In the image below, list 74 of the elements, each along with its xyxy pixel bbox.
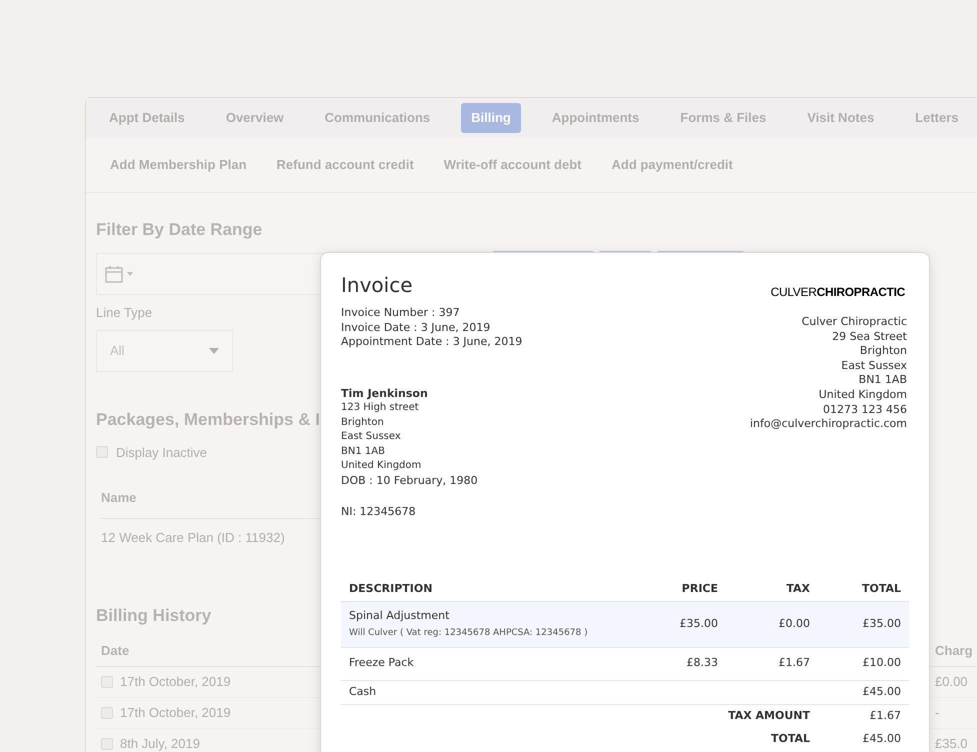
tab[interactable]: Overview xyxy=(216,103,294,133)
checkbox[interactable] xyxy=(101,706,113,718)
item-detail: Will Culver ( Vat reg: 12345678 AHPCSA: 12345678 ) xyxy=(349,627,589,640)
clinic-address-line: 01273 123 456 xyxy=(823,402,907,418)
clinic-address-line: Brighton xyxy=(860,344,907,359)
table-cell-text: £0.00 xyxy=(935,672,969,691)
tab[interactable]: Appointments xyxy=(542,103,650,133)
action-link[interactable]: Refund account credit xyxy=(276,155,414,175)
table-cell-text: £0.00 xyxy=(778,616,810,632)
table-cell-text: 17th October, 2019 xyxy=(120,672,231,691)
clinic-address-line: United Kingdom xyxy=(818,388,907,403)
action-link[interactable]: Add payment/credit xyxy=(611,155,733,175)
patient-name: Tim Jenkinson xyxy=(341,386,429,401)
patient-address-line: 123 High street xyxy=(341,401,420,415)
clinic-address-line: East Sussex xyxy=(841,358,907,374)
item-description: Spinal Adjustment xyxy=(349,608,450,624)
patient-address-line: United Kingdom xyxy=(341,459,422,473)
clinic-address-line: Culver Chiropractic xyxy=(802,315,907,330)
table-cell-text: £1.67 xyxy=(778,655,810,672)
column-header: TOTAL xyxy=(860,580,902,597)
item-description: Cash xyxy=(348,684,378,700)
calendar-icon xyxy=(105,264,123,282)
invoice-title: Invoice xyxy=(341,273,414,297)
patient-address-line: BN1 1AB xyxy=(341,444,386,458)
summary-label: TAX AMOUNT xyxy=(727,708,810,724)
invoice-meta: Appointment Date : 3 June, 2019 xyxy=(341,335,522,350)
patient-address-line: East Sussex xyxy=(341,430,402,444)
tab[interactable]: Forms & Files xyxy=(670,103,776,133)
section-heading: Filter By Date Range xyxy=(96,219,264,241)
section-heading: Packages, Memberships & I xyxy=(96,409,320,431)
tab[interactable]: Visit Notes xyxy=(797,103,884,133)
patient-address-line: DOB : 10 February, 1980 xyxy=(341,474,479,488)
tab[interactable]: Letters xyxy=(905,103,969,133)
patient-ni: NI: 12345678 xyxy=(341,505,417,520)
table-cell-text: £8.33 xyxy=(686,655,718,672)
clinic-logo: CULVERCHIROPRACTIC xyxy=(770,284,905,301)
line-type-select[interactable]: All xyxy=(96,330,233,372)
summary-value: £45.00 xyxy=(862,730,902,747)
clinic-address-line: BN1 1AB xyxy=(858,373,907,388)
caret-icon xyxy=(209,348,219,354)
checkbox[interactable] xyxy=(101,676,113,688)
caret-icon xyxy=(127,272,133,276)
patient-address-line: Brighton xyxy=(341,416,385,430)
summary-label: TOTAL xyxy=(770,730,810,747)
column-header: TAX xyxy=(785,580,810,597)
action-link[interactable]: Add Membership Plan xyxy=(110,155,247,175)
field-label: Line Type xyxy=(96,304,152,322)
checkbox[interactable] xyxy=(101,738,113,750)
table-cell-text: - xyxy=(935,704,940,722)
section-heading: Billing History xyxy=(96,605,212,627)
table-cell-text: 17th October, 2019 xyxy=(120,704,231,722)
column-header: DESCRIPTION xyxy=(348,580,434,597)
table-cell-text: 8th July, 2019 xyxy=(120,734,200,752)
action-link[interactable]: Write-off account debt xyxy=(444,155,582,175)
item-description: Freeze Pack xyxy=(349,655,415,672)
checkbox[interactable] xyxy=(96,446,108,458)
invoice-meta: Invoice Date : 3 June, 2019 xyxy=(341,320,492,335)
tab[interactable]: Appt Details xyxy=(99,103,195,133)
tab[interactable]: Billing xyxy=(461,103,521,133)
table-cell-text: £10.00 xyxy=(862,655,902,672)
table-cell-text: 12 Week Care Plan (ID : 11932) xyxy=(101,528,286,547)
column-header: Date xyxy=(101,642,130,660)
table-cell-text: £35.0 xyxy=(935,734,969,752)
table-cell-text: £35.00 xyxy=(862,616,902,632)
table-cell-text: £45.00 xyxy=(862,684,902,700)
summary-value: £1.67 xyxy=(868,708,902,724)
tab[interactable]: Communications xyxy=(314,103,440,133)
checkbox-label: Display Inactive xyxy=(116,444,208,462)
column-header: Charg xyxy=(935,642,974,660)
invoice-meta: Invoice Number : 397 xyxy=(341,306,461,320)
clinic-address-line: 29 Sea Street xyxy=(832,330,907,344)
column-header: PRICE xyxy=(680,580,718,597)
table-cell-text: £35.00 xyxy=(678,616,718,632)
clinic-address-line: info@culverchiropractic.com xyxy=(750,417,907,432)
